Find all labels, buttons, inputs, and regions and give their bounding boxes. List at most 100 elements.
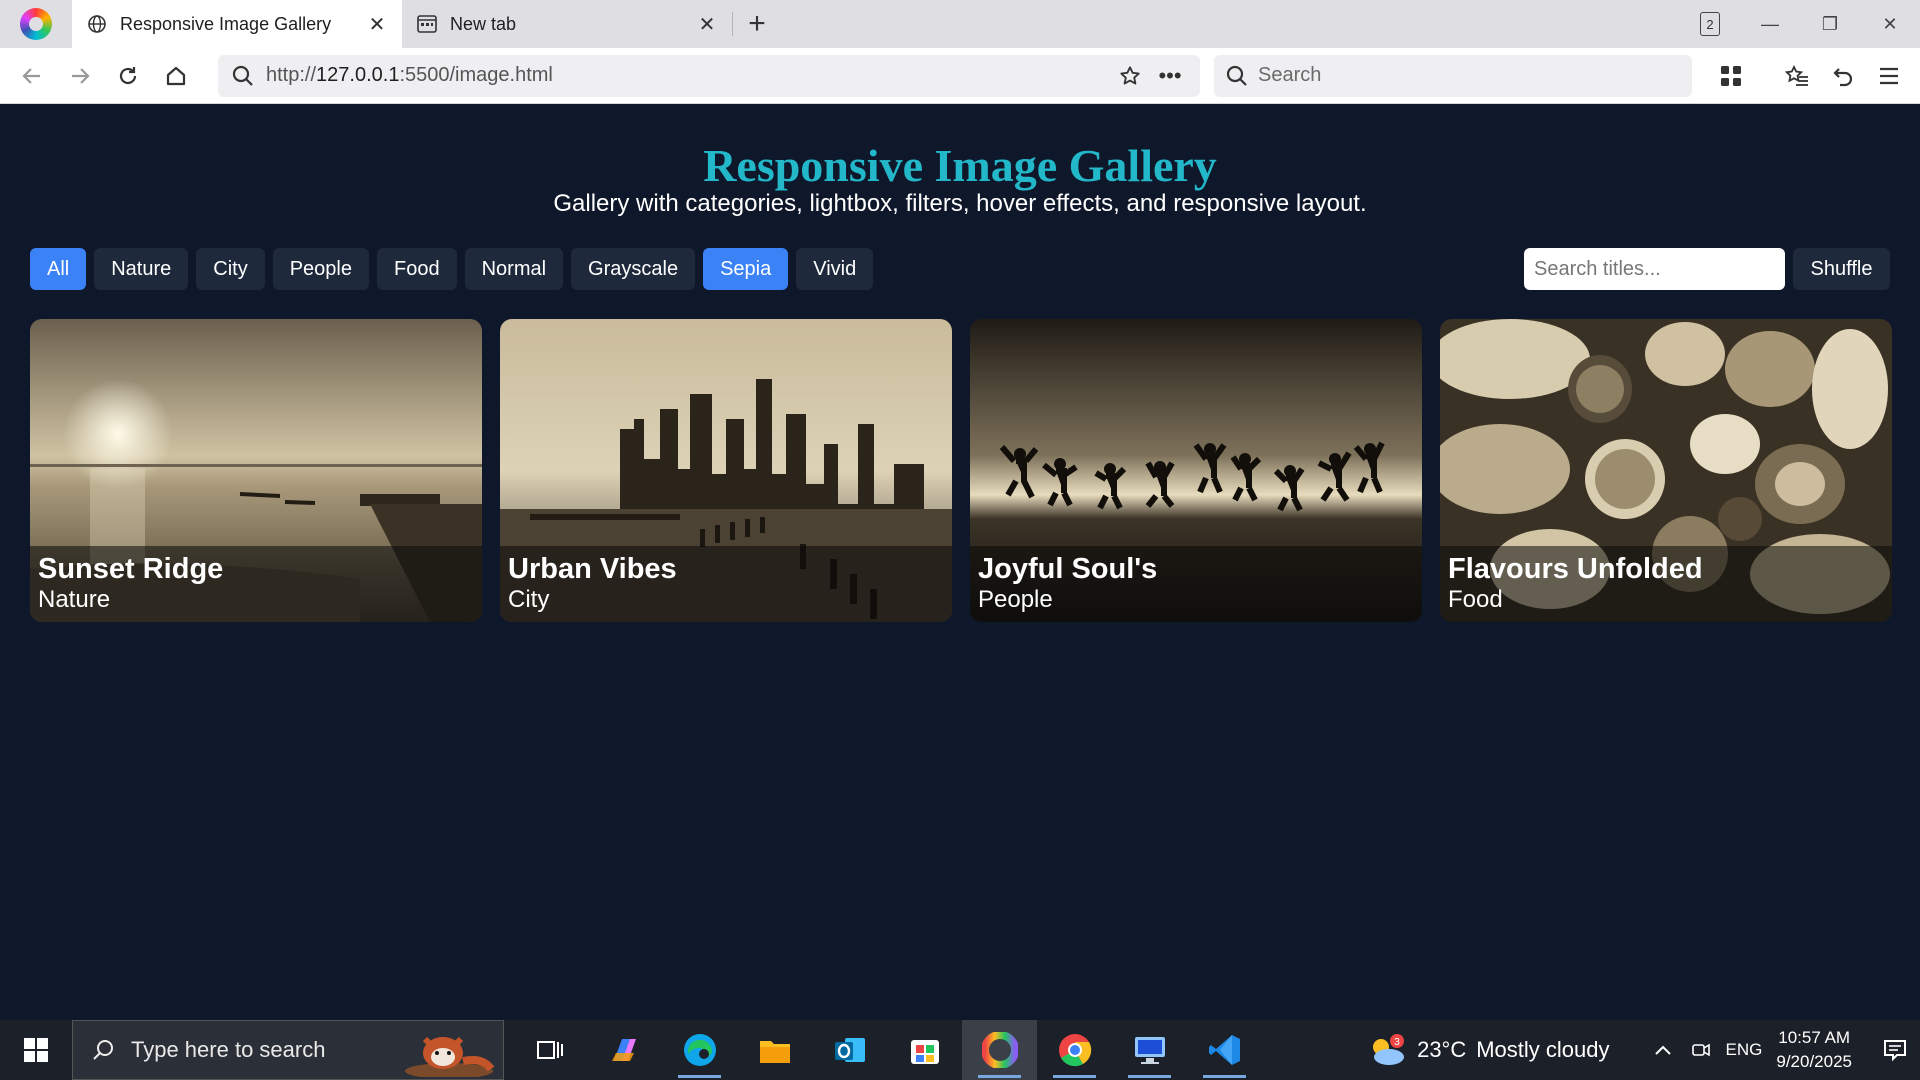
close-tab-icon[interactable]: ✕ [696,13,718,36]
gallery-card[interactable]: Joyful Soul's People [970,319,1422,622]
more-options-icon[interactable]: ••• [1154,60,1186,92]
cloudy-weather-icon: 3 [1373,1034,1405,1065]
weather-badge: 3 [1394,1037,1400,1048]
filter-normal-button[interactable]: Normal [464,248,564,290]
clock[interactable]: 10:57 AM 9/20/2025 [1776,1026,1852,1074]
forward-icon[interactable] [56,52,104,100]
browser-nav-bar: http://127.0.0.1:5500/image.html ••• Sea… [0,48,1920,104]
copilot-icon[interactable] [587,1020,662,1080]
bookmark-star-icon[interactable] [1114,60,1146,92]
red-panda-illustration-icon [405,1036,495,1077]
tab-count-badge: 2 [1700,12,1720,36]
filter-food-button[interactable]: Food [377,248,457,290]
card-title: Urban Vibes [508,553,677,585]
weather-temp: 23°C [1417,1037,1467,1062]
search-icon [93,1040,113,1060]
back-icon[interactable] [8,52,56,100]
tab-responsive-image-gallery[interactable]: Responsive Image Gallery ✕ [72,0,402,48]
card-category: Food [1448,586,1503,613]
edge-browser-icon[interactable] [662,1020,737,1080]
new-tab-button[interactable]: + [733,0,781,48]
globe-icon [86,13,108,35]
url-host: 127.0.0.1 [316,64,400,86]
filter-grayscale-button[interactable]: Grayscale [571,248,696,290]
apps-grid-icon[interactable] [1708,52,1754,100]
browser-logo-icon[interactable] [0,0,72,48]
card-category: City [508,586,550,613]
url-path: :5500/image.html [399,64,553,86]
tab-count-button[interactable]: 2 [1680,0,1740,48]
card-title: Flavours Unfolded [1448,553,1703,585]
filter-bar: All Nature City People Food Normal Grays… [30,248,874,290]
url-text: http://127.0.0.1:5500/image.html [266,64,1106,87]
close-window-icon[interactable]: ✕ [1860,0,1920,48]
window-controls: 2 — ❐ ✕ [1680,0,1920,48]
browser-search-bar[interactable]: Search [1214,54,1692,97]
start-windows-icon[interactable] [0,1020,72,1080]
newtab-icon [416,13,438,35]
tab-title: Responsive Image Gallery [120,13,332,34]
clock-date: 9/20/2025 [1776,1052,1852,1071]
card-caption: Urban Vibes City [500,546,952,622]
microsoft-store-icon[interactable] [887,1020,962,1080]
card-category: People [978,586,1053,613]
url-scheme: http:// [266,64,317,86]
menu-icon[interactable] [1866,52,1912,100]
language-indicator[interactable]: ENG [1726,1040,1763,1060]
search-titles-input[interactable] [1524,248,1785,290]
undo-icon[interactable] [1820,52,1866,100]
reload-icon[interactable] [104,52,152,100]
page-title: Responsive Image Gallery [703,140,1217,191]
chevron-up-icon[interactable] [1644,1020,1682,1080]
filter-people-button[interactable]: People [272,248,369,290]
taskbar-apps [512,1020,1262,1080]
browser-app-icon[interactable] [962,1020,1037,1080]
chrome-icon[interactable] [1037,1020,1112,1080]
filter-nature-button[interactable]: Nature [94,248,189,290]
minimize-icon[interactable]: — [1740,0,1800,48]
toolbar-right [1708,52,1912,100]
task-view-icon[interactable] [512,1020,587,1080]
notification-icon[interactable] [1870,1020,1920,1080]
filter-all-button[interactable]: All [30,248,87,290]
meet-now-icon[interactable] [1682,1020,1720,1080]
gallery-grid: Sunset Ridge Nature Urban Vibes City Joy… [30,319,1892,622]
outlook-icon[interactable] [812,1020,887,1080]
address-bar[interactable]: http://127.0.0.1:5500/image.html ••• [218,54,1200,97]
favorites-icon[interactable] [1774,52,1820,100]
filter-sepia-button[interactable]: Sepia [703,248,789,290]
taskbar-search-box[interactable]: Type here to search [72,1020,504,1080]
card-caption: Joyful Soul's People [970,546,1422,622]
page-subtitle: Gallery with categories, lightbox, filte… [553,190,1367,217]
search-icon [232,65,253,86]
card-title: Sunset Ridge [38,553,224,585]
card-category: Nature [38,586,111,613]
home-icon[interactable] [152,52,200,100]
card-caption: Flavours Unfolded Food [1440,546,1892,622]
filter-city-button[interactable]: City [196,248,265,290]
card-caption: Sunset Ridge Nature [30,546,482,622]
gallery-card[interactable]: Sunset Ridge Nature [30,319,482,622]
browser-tab-bar: Responsive Image Gallery ✕ New tab ✕ + 2… [0,0,1920,48]
clock-time: 10:57 AM [1778,1028,1851,1047]
system-tray: 3 23°C Mostly cloudy ENG 10:57 AM 9/20/2… [1367,1020,1920,1080]
shuffle-button[interactable]: Shuffle [1793,248,1890,290]
weather-widget[interactable]: 3 23°C Mostly cloudy [1367,1033,1610,1067]
file-explorer-icon[interactable] [737,1020,812,1080]
close-tab-icon[interactable]: ✕ [366,13,388,36]
search-placeholder: Search [1258,64,1322,86]
tab-new-tab[interactable]: New tab ✕ [402,0,732,48]
restore-icon[interactable]: ❐ [1800,0,1860,48]
gallery-card[interactable]: Flavours Unfolded Food [1440,319,1892,622]
tab-title: New tab [450,13,517,34]
filter-vivid-button[interactable]: Vivid [796,248,874,290]
gallery-page: Responsive Image Gallery Gallery with ca… [0,105,1920,1020]
vscode-icon[interactable] [1187,1020,1262,1080]
weather-description: Mostly cloudy [1476,1037,1610,1062]
remote-desktop-icon[interactable] [1112,1020,1187,1080]
windows-taskbar: Type here to search 3 23°C Mostly cloudy… [0,1020,1920,1080]
card-title: Joyful Soul's [978,553,1158,585]
gallery-card[interactable]: Urban Vibes City [500,319,952,622]
taskbar-search-placeholder: Type here to search [131,1037,326,1062]
search-icon [1226,65,1247,86]
